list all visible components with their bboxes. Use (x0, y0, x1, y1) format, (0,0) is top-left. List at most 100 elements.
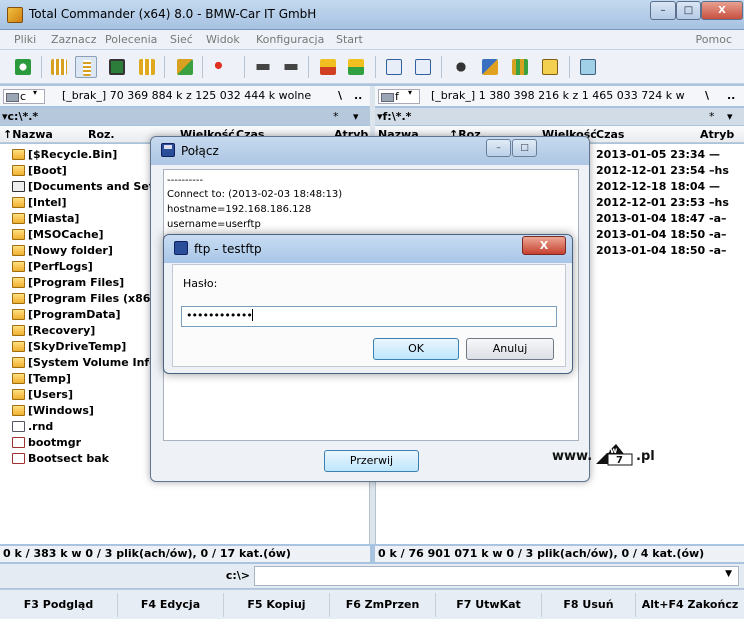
left-hotlist-button[interactable]: ▾ (353, 110, 359, 123)
notes-icon[interactable] (577, 56, 599, 78)
window-title: Total Commander (x64) 8.0 - BMW-Car IT G… (29, 7, 317, 21)
right-col-date[interactable]: Czas (596, 128, 624, 141)
file-name: [$Recycle.Bin] (28, 148, 118, 161)
floppy-icon (161, 143, 175, 157)
file-date: 2013-01-05 23:34 — (596, 148, 721, 161)
left-up-button[interactable]: .. (354, 89, 362, 102)
f4-edit-button[interactable]: F4 Edycja (118, 593, 224, 617)
password-dialog-titlebar[interactable]: ftp - testftp X (164, 235, 572, 263)
title-bar: Total Commander (x64) 8.0 - BMW-Car IT G… (0, 0, 744, 30)
menu-pomoc[interactable]: Pomoc (696, 33, 732, 46)
left-drive-select[interactable]: c (3, 89, 45, 104)
minimize-button[interactable]: – (650, 1, 676, 20)
back-arrow-icon[interactable] (252, 56, 274, 78)
maximize-button[interactable]: □ (676, 1, 701, 20)
multi-rename-icon[interactable] (479, 56, 501, 78)
file-name: [Temp] (28, 372, 71, 385)
folder-icon (12, 405, 25, 416)
forward-arrow-icon[interactable] (280, 56, 302, 78)
ok-button[interactable]: OK (373, 338, 459, 360)
right-path-bar[interactable]: ▾f:\*.* * ▾ (375, 108, 744, 125)
function-key-bar: F3 Podgląd F4 Edycja F5 Kopiuj F6 ZmPrze… (0, 589, 744, 619)
menu-siec[interactable]: Sieć (170, 33, 193, 46)
file-icon (12, 453, 25, 464)
password-dialog-title: ftp - testftp (194, 242, 262, 256)
right-path: ▾f:\*.* (377, 110, 412, 123)
folder-icon (12, 341, 25, 352)
command-prompt: c:\> (225, 569, 250, 582)
right-drive-select[interactable]: f (378, 89, 420, 104)
file-name: [Intel] (28, 196, 67, 209)
left-path-bar[interactable]: ▾c:\*.* * ▾ (0, 108, 370, 125)
right-up-button[interactable]: .. (727, 89, 735, 102)
connect-dialog-titlebar[interactable]: Połącz – □ (151, 137, 589, 165)
connect-maximize-button[interactable]: □ (512, 139, 537, 157)
file-name: [Boot] (28, 164, 67, 177)
folder-icon (12, 325, 25, 336)
cancel-button[interactable]: Anuluj (466, 338, 554, 360)
password-masked-value: •••••••••••• (186, 309, 253, 322)
abort-button[interactable]: Przerwij (324, 450, 419, 472)
full-view-icon[interactable] (75, 56, 97, 78)
ftp-connect-icon[interactable] (383, 56, 405, 78)
url-connect-icon[interactable] (412, 56, 434, 78)
sync-dirs-icon[interactable] (509, 56, 531, 78)
file-name: [Users] (28, 388, 73, 401)
folder-icon (12, 245, 25, 256)
file-name: [Program Files (x86)] (28, 292, 161, 305)
right-hotlist-button[interactable]: ▾ (727, 110, 733, 123)
right-drive-dropdown-icon[interactable]: ▾ (408, 88, 412, 97)
close-button[interactable]: X (701, 1, 743, 20)
password-input[interactable]: •••••••••••• (181, 306, 557, 327)
right-col-attr[interactable]: Atryb (700, 128, 734, 141)
log-line: Connect to: (2013-02-03 18:48:13) (167, 189, 343, 200)
menu-zaznacz[interactable]: Zaznacz (51, 33, 97, 46)
file-name: [Nowy folder] (28, 244, 113, 257)
left-history-button[interactable]: * (333, 110, 339, 123)
command-history-dropdown-icon[interactable]: ▼ (725, 569, 732, 579)
left-root-button[interactable]: \ (338, 89, 342, 102)
left-drive-bar: c ▾ [_brak_] 70 369 884 k z 125 032 444 … (0, 86, 370, 106)
connect-dialog-title: Połącz (181, 144, 219, 158)
search-icon[interactable] (450, 56, 472, 78)
file-date: 2012-12-18 18:04 — (596, 180, 721, 193)
command-input[interactable] (254, 566, 739, 586)
f7-mkdir-button[interactable]: F7 UtwKat (436, 593, 542, 617)
file-name: [Recovery] (28, 324, 96, 337)
right-root-button[interactable]: \ (705, 89, 709, 102)
f5-copy-button[interactable]: F5 Kopiuj (224, 593, 330, 617)
junction-icon (12, 181, 25, 192)
left-drive-dropdown-icon[interactable]: ▾ (33, 88, 37, 97)
tree-view-icon[interactable] (136, 56, 158, 78)
thumbnails-icon[interactable] (106, 56, 128, 78)
f8-delete-button[interactable]: F8 Usuń (542, 593, 636, 617)
brief-view-icon[interactable] (48, 56, 70, 78)
pack-icon[interactable] (317, 56, 339, 78)
menu-widok[interactable]: Widok (206, 33, 240, 46)
f6-move-button[interactable]: F6 ZmPrzen (330, 593, 436, 617)
slow7-logo: slow 7 (596, 444, 633, 466)
menu-polecenia[interactable]: Polecenia (105, 33, 157, 46)
floppy-icon (174, 241, 188, 255)
alt-f4-exit-button[interactable]: Alt+F4 Zakończ (636, 593, 744, 617)
menu-konfiguracja[interactable]: Konfiguracja (256, 33, 324, 46)
watermark-prefix: www. (552, 449, 593, 464)
folder-icon (12, 277, 25, 288)
password-label: Hasło: (183, 277, 218, 290)
refresh-icon[interactable] (12, 56, 34, 78)
unpack-icon[interactable] (345, 56, 367, 78)
file-name: [SkyDriveTemp] (28, 340, 127, 353)
password-dialog-body: Hasło: •••••••••••• OK Anuluj (172, 264, 566, 367)
select-icon[interactable] (209, 56, 231, 78)
menu-start[interactable]: Start (336, 33, 363, 46)
ftp-password-dialog: ftp - testftp X Hasło: •••••••••••• OK A… (163, 234, 573, 374)
left-col-ext[interactable]: Roz. (88, 128, 115, 141)
left-col-name[interactable]: ↑Nazwa (3, 128, 53, 141)
right-history-button[interactable]: * (709, 110, 715, 123)
compare-dirs-icon[interactable] (174, 56, 196, 78)
f3-view-button[interactable]: F3 Podgląd (0, 593, 118, 617)
menu-pliki[interactable]: Pliki (14, 33, 36, 46)
notepad-icon[interactable] (539, 56, 561, 78)
password-dialog-close-button[interactable]: X (522, 236, 566, 255)
connect-minimize-button[interactable]: – (486, 139, 511, 157)
